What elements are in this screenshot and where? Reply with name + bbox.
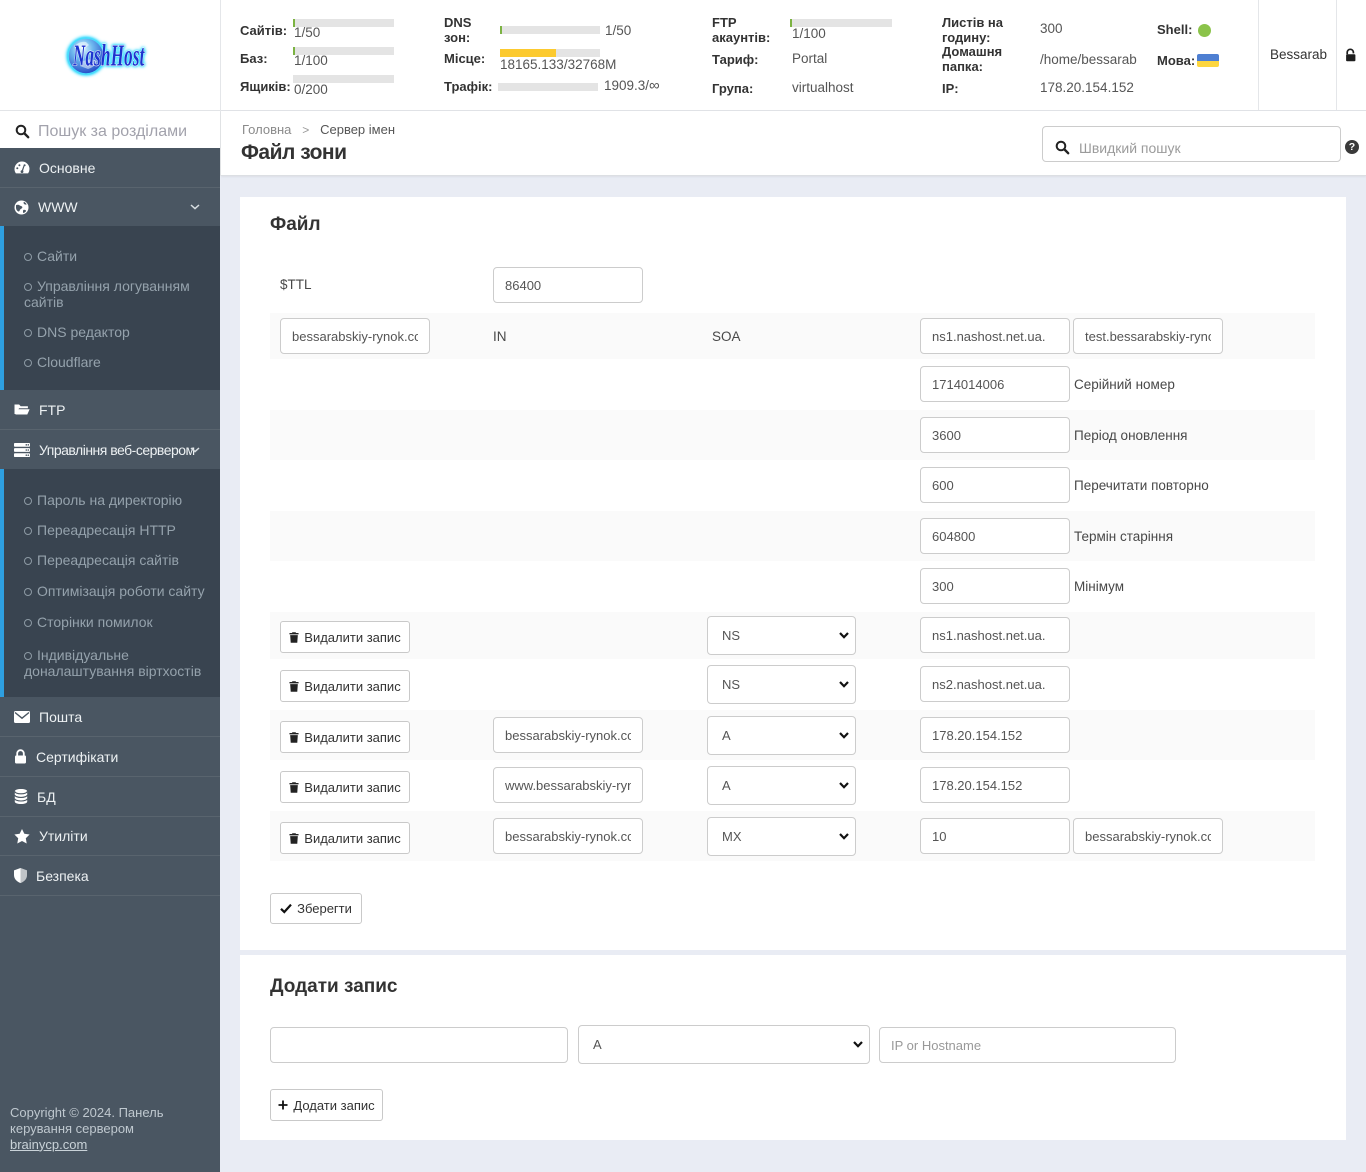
svg-text:NashHost: NashHost: [72, 39, 145, 73]
